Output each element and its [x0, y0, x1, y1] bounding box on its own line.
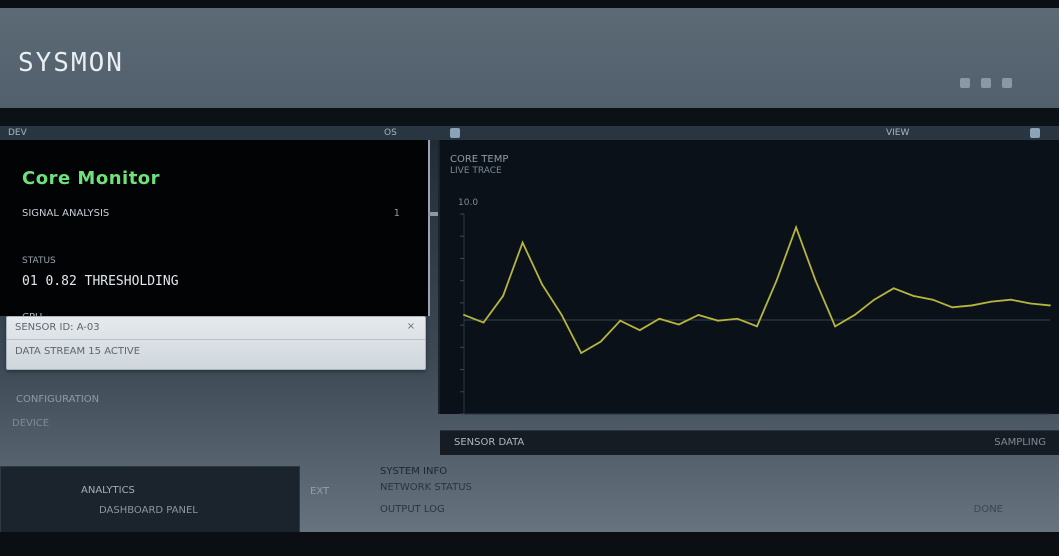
series-points: [463, 226, 1051, 354]
bottom-window-bar: [0, 532, 1059, 556]
chart-footer-left: SENSOR DATA: [454, 437, 525, 448]
panel-subtitle: SIGNAL ANALYSIS: [22, 208, 110, 219]
y-ticks: [460, 213, 464, 415]
series-point: [853, 314, 856, 316]
line-chart: [460, 213, 1051, 415]
tab-os[interactable]: OS: [380, 128, 401, 138]
dropdown-row-stream[interactable]: DATA STREAM 15 ACTIVE: [15, 345, 140, 359]
series-point: [931, 298, 934, 301]
series-point: [658, 317, 661, 320]
workspace: DEV OS VIEW Core Monitor SIGNAL ANALYSIS…: [0, 126, 1059, 556]
series-point: [795, 226, 797, 229]
tab-view[interactable]: VIEW: [882, 128, 913, 138]
chart-title: CORE TEMP: [450, 154, 509, 165]
dropdown-divider: [7, 339, 425, 340]
series-point: [1010, 298, 1012, 301]
tab-dev[interactable]: DEV: [4, 128, 31, 138]
dropdown-close-icon[interactable]: ×: [405, 321, 417, 333]
series-point: [1029, 302, 1032, 305]
series-point: [1049, 304, 1051, 307]
series-point: [521, 241, 524, 244]
window-button-icon[interactable]: [450, 128, 460, 138]
series-point: [697, 314, 700, 316]
series-point: [463, 314, 465, 316]
chart-footer-right: SAMPLING: [994, 437, 1046, 448]
minimize-icon[interactable]: [960, 78, 970, 88]
series-point: [775, 279, 778, 282]
output-log-label: OUTPUT LOG: [380, 504, 445, 515]
thumb-title: ANALYTICS: [81, 485, 135, 496]
done-button[interactable]: DONE: [974, 504, 1003, 515]
app-title: SYSMON: [18, 48, 124, 78]
sensor-dropdown[interactable]: SENSOR ID: A-03 × DATA STREAM 15 ACTIVE: [6, 316, 426, 370]
series-point: [580, 352, 583, 354]
network-status-label: NETWORK STATUS: [380, 482, 472, 493]
series-point: [756, 325, 758, 328]
dropdown-row-sensor[interactable]: SENSOR ID: A-03: [15, 321, 100, 335]
config-label: CONFIGURATION: [16, 394, 100, 405]
series-point: [912, 295, 915, 297]
series-point: [717, 319, 719, 322]
chart-scale-label: 10.0: [458, 198, 479, 208]
panel-status-label: STATUS: [22, 256, 56, 266]
series-point: [814, 279, 817, 282]
close-icon[interactable]: [1002, 78, 1013, 88]
series-line: [463, 224, 1051, 355]
series-point: [482, 321, 485, 324]
maximize-icon[interactable]: [981, 78, 992, 88]
chart-subtitle: LIVE TRACE: [450, 166, 502, 176]
analytics-thumbnail[interactable]: ANALYTICS DASHBOARD PANEL: [0, 466, 300, 534]
series-point: [502, 295, 504, 297]
series-point: [892, 287, 895, 290]
series-point: [560, 314, 563, 316]
ext-label: EXT: [310, 486, 330, 497]
thumb-subtitle: DASHBOARD PANEL: [99, 505, 198, 516]
series-point: [873, 298, 876, 301]
panel-status-value: 01 0.82 THRESHOLDING: [22, 274, 179, 289]
panel-title: Core Monitor: [22, 168, 161, 189]
series-point: [541, 283, 544, 286]
chart-window: CORE TEMP LIVE TRACE 10.0 SENSOR DATA SA…: [438, 140, 1059, 455]
app-header: SYSMON: [0, 8, 1059, 108]
header-controls: [957, 74, 1035, 94]
panel-meta: 1: [393, 208, 400, 219]
tab-strip: DEV OS VIEW: [0, 126, 1059, 140]
device-label: DEVICE: [12, 418, 50, 429]
series-point: [834, 325, 837, 328]
series-point: [990, 300, 993, 303]
top-window-bar: [0, 0, 1059, 8]
system-info-label: SYSTEM INFO: [380, 466, 448, 477]
series-point: [638, 329, 641, 332]
series-point: [619, 319, 622, 322]
series-point: [970, 304, 973, 307]
series-point: [736, 317, 739, 320]
core-monitor-panel: Core Monitor SIGNAL ANALYSIS 1 STATUS 01…: [0, 140, 430, 323]
chart-footer: SENSOR DATA SAMPLING: [440, 430, 1059, 455]
separator-band: [0, 108, 1059, 126]
series-point: [677, 323, 680, 326]
series-point: [951, 306, 954, 309]
close-window-icon[interactable]: [1030, 128, 1040, 138]
series-point: [599, 340, 602, 343]
